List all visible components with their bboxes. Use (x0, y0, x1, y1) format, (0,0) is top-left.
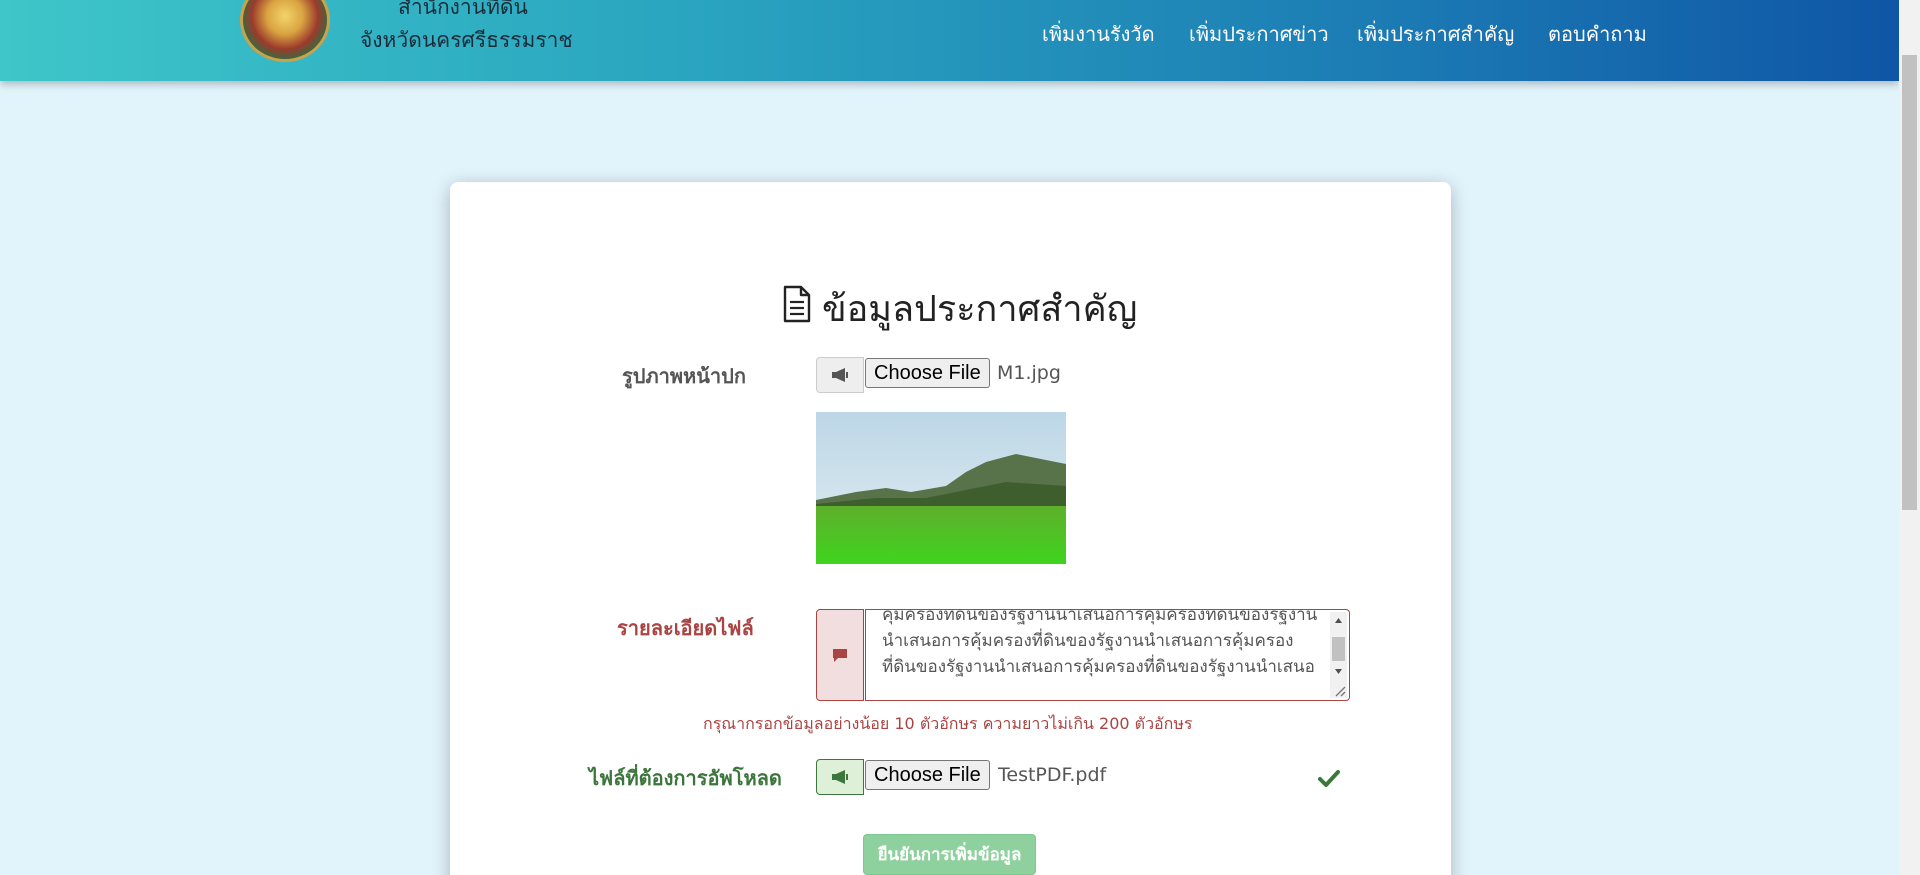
details-text: คุ้มครองที่ดินของรัฐงานนำเสนอการคุ้มครอง… (882, 609, 1318, 677)
nav-add-news[interactable]: เพิ่มประกาศข่าว (1189, 18, 1329, 50)
comment-icon (833, 649, 847, 662)
brand-line1: สำนักงานที่ดิน (398, 0, 528, 19)
cover-choose-file-button[interactable]: Choose File (865, 358, 990, 388)
megaphone-icon (832, 770, 848, 784)
resize-handle-icon[interactable] (1334, 685, 1346, 697)
details-addon (816, 609, 864, 701)
page-scroll-thumb[interactable] (1902, 55, 1917, 510)
details-textarea[interactable]: คุ้มครองที่ดินของรัฐงานนำเสนอการคุ้มครอง… (865, 609, 1350, 701)
office-logo[interactable] (240, 0, 330, 62)
upload-file-name: TestPDF.pdf (998, 764, 1107, 786)
checkmark-icon (1318, 770, 1340, 787)
cover-preview-image (816, 412, 1066, 564)
document-icon (783, 285, 811, 323)
details-label: รายละเอียดไฟล์ (617, 616, 754, 640)
details-help-text: กรุณากรอกข้อมูลอย่างน้อย 10 ตัวอักษร ควา… (703, 714, 1193, 733)
form-title: ข้อมูลประกาศสำคัญ (822, 289, 1138, 330)
megaphone-icon (832, 368, 848, 382)
cover-label: รูปภาพหน้าปก (622, 364, 746, 388)
upload-addon (816, 759, 864, 795)
nav-answer-questions[interactable]: ตอบคำถาม (1548, 18, 1647, 50)
nav-add-survey[interactable]: เพิ่มงานรังวัด (1042, 18, 1155, 50)
cover-addon (816, 357, 864, 393)
brand-line2: จังหวัดนครศรีธรรมราช (360, 28, 573, 52)
upload-choose-file-button[interactable]: Choose File (865, 760, 990, 790)
upload-label: ไฟล์ที่ต้องการอัพโหลด (589, 766, 782, 790)
nav-add-important[interactable]: เพิ่มประกาศสำคัญ (1357, 18, 1514, 50)
cover-file-name: M1.jpg (997, 362, 1061, 384)
submit-button[interactable]: ยืนยันการเพิ่มข้อมูล (863, 834, 1036, 875)
top-navbar: สำนักงานที่ดิน จังหวัดนครศรีธรรมราช เพิ่… (0, 0, 1899, 81)
